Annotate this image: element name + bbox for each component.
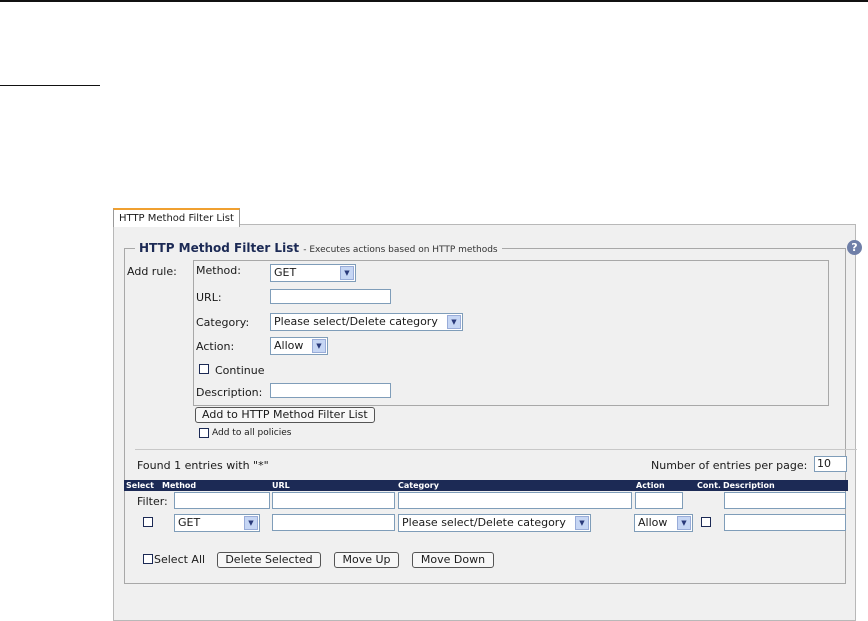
row-description-input[interactable] (724, 514, 846, 531)
filter-category-input[interactable] (398, 492, 632, 509)
per-page-label: Number of entries per page: (651, 459, 808, 472)
col-description: Description (723, 481, 775, 490)
row-method-select[interactable]: GET ▼ (174, 514, 260, 532)
filter-fieldset: HTTP Method Filter List - Executes actio… (124, 240, 862, 584)
description-label: Description: (196, 386, 263, 399)
select-all-label: Select All (154, 553, 206, 566)
category-label: Category: (196, 316, 250, 329)
chevron-down-icon: ▼ (447, 315, 461, 329)
chevron-down-icon: ▼ (244, 516, 258, 530)
description-input[interactable] (270, 383, 391, 398)
col-action: Action (636, 481, 665, 490)
category-select[interactable]: Please select/Delete category ▼ (270, 313, 463, 331)
chevron-down-icon: ▼ (340, 266, 354, 280)
url-label: URL: (196, 291, 222, 304)
filter-url-input[interactable] (272, 492, 395, 509)
col-cont: Cont. (697, 481, 721, 490)
filter-label: Filter: (137, 495, 168, 508)
section-subtitle: - Executes actions based on HTTP methods (303, 245, 498, 255)
row-category-value: Please select/Delete category (402, 516, 566, 529)
row-category-select[interactable]: Please select/Delete category ▼ (398, 514, 591, 532)
add-all-policies-label: Add to all policies (212, 428, 292, 438)
add-rule-box: Method: GET ▼ URL: Category: Please sele… (193, 260, 829, 406)
add-to-list-button[interactable]: Add to HTTP Method Filter List (195, 407, 375, 423)
table-header: Select Method URL Category Action Cont. … (124, 480, 848, 491)
add-rule-label: Add rule: (127, 265, 177, 278)
filter-action-input[interactable] (635, 492, 683, 509)
top-divider (0, 0, 868, 2)
chevron-down-icon: ▼ (677, 516, 691, 530)
add-all-policies-checkbox[interactable] (199, 428, 209, 438)
method-select-value: GET (274, 266, 297, 279)
action-label: Action: (196, 340, 235, 353)
url-input[interactable] (270, 289, 391, 304)
help-icon[interactable]: ? (847, 240, 862, 255)
continue-checkbox[interactable] (199, 364, 209, 374)
left-divider (0, 85, 100, 86)
col-select: Select (126, 481, 154, 490)
col-category: Category (398, 481, 439, 490)
found-entries-text: Found 1 entries with "*" (137, 459, 269, 472)
per-page-input[interactable]: 10 (814, 456, 847, 472)
col-url: URL (272, 481, 290, 490)
method-select[interactable]: GET ▼ (270, 264, 356, 282)
row-method-value: GET (178, 516, 201, 529)
col-method: Method (162, 481, 197, 490)
filter-description-input[interactable] (724, 492, 846, 509)
action-select-value: Allow (274, 339, 304, 352)
row-continue-checkbox[interactable] (701, 517, 711, 527)
action-select[interactable]: Allow ▼ (270, 337, 328, 355)
category-select-value: Please select/Delete category (274, 315, 438, 328)
chevron-down-icon: ▼ (312, 339, 326, 353)
section-title-text: HTTP Method Filter List (139, 241, 300, 255)
chevron-down-icon: ▼ (575, 516, 589, 530)
row-select-checkbox[interactable] (143, 517, 153, 527)
move-down-button[interactable]: Move Down (412, 552, 494, 568)
filter-panel: HTTP Method Filter List - Executes actio… (113, 224, 862, 621)
select-all-checkbox[interactable] (143, 554, 153, 564)
row-url-input[interactable] (272, 514, 395, 531)
row-action-select[interactable]: Allow ▼ (634, 514, 693, 532)
move-up-button[interactable]: Move Up (334, 552, 399, 568)
section-separator (135, 449, 857, 450)
delete-selected-button[interactable]: Delete Selected (217, 552, 321, 568)
tab-http-method-filter-list[interactable]: HTTP Method Filter List (113, 208, 240, 227)
continue-label: Continue (215, 364, 265, 377)
row-action-value: Allow (638, 516, 668, 529)
filter-method-input[interactable] (174, 492, 270, 509)
section-title: HTTP Method Filter List - Executes actio… (135, 241, 502, 255)
method-label: Method: (196, 264, 241, 277)
